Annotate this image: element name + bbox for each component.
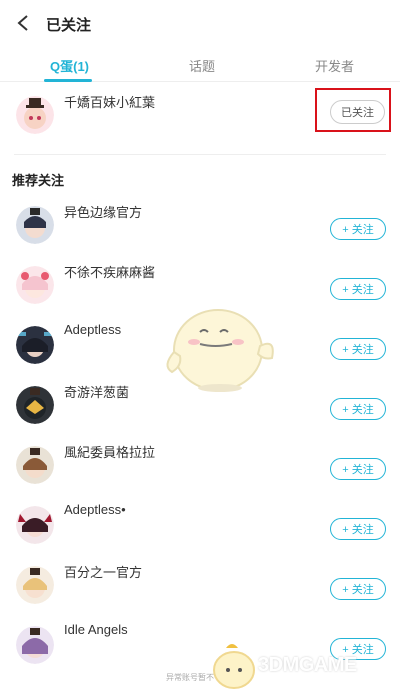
user-name[interactable]: Adeptless [64,322,121,337]
user-name[interactable]: 千嬌百妹小紅葉 [64,92,155,111]
user-name[interactable]: 風紀委員格拉拉 [64,442,155,461]
divider [14,154,386,155]
follow-button[interactable]: + 关注 [330,338,386,360]
follow-button[interactable]: + 关注 [330,458,386,480]
list-item[interactable]: 風紀委員格拉拉 + 关注 [0,440,400,496]
section-title: 推荐关注 [12,173,65,188]
user-name[interactable]: 奇游洋葱菌 [64,382,129,401]
user-name[interactable]: 不徐不疾麻麻酱 [64,262,155,281]
tab-bar: Q蛋(1) 话题 开发者 [0,50,400,82]
avatar [16,566,54,604]
list-item[interactable]: 异色边缘官方 + 关注 [0,200,400,256]
follow-button[interactable]: + 关注 [330,518,386,540]
back-button[interactable] [12,12,34,34]
avatar [16,386,54,424]
user-name[interactable]: 百分之一官方 [64,562,142,581]
list-item[interactable]: 百分之一官方 + 关注 [0,560,400,616]
tab-developers[interactable]: 开发者 [315,56,354,75]
follow-button[interactable]: + 关注 [330,398,386,420]
tab-topics[interactable]: 话题 [189,56,215,75]
highlight-box [315,88,391,132]
page-title: 已关注 [46,17,92,34]
user-name[interactable]: Idle Angels [64,622,128,637]
follow-button[interactable]: + 关注 [330,278,386,300]
tab-q-egg[interactable]: Q蛋(1) [50,56,89,75]
avatar [16,96,54,134]
avatar [16,506,54,544]
avatar [16,266,54,304]
avatar [16,206,54,244]
mascot-image [160,296,280,396]
chevron-left-icon [17,15,28,31]
user-name[interactable]: 异色边缘官方 [64,202,142,221]
user-name[interactable]: Adeptless• [64,502,126,517]
avatar [16,626,54,664]
follow-button[interactable]: + 关注 [330,218,386,240]
list-item[interactable]: Adeptless• + 关注 [0,500,400,556]
top-bar: 已关注 [0,0,400,48]
avatar [16,326,54,364]
follow-button[interactable]: + 关注 [330,578,386,600]
watermark-text: 3DMGAME [258,654,357,676]
avatar [16,446,54,484]
active-tab-indicator [44,79,92,82]
watermark-logo: 3DMGAME [206,640,400,692]
